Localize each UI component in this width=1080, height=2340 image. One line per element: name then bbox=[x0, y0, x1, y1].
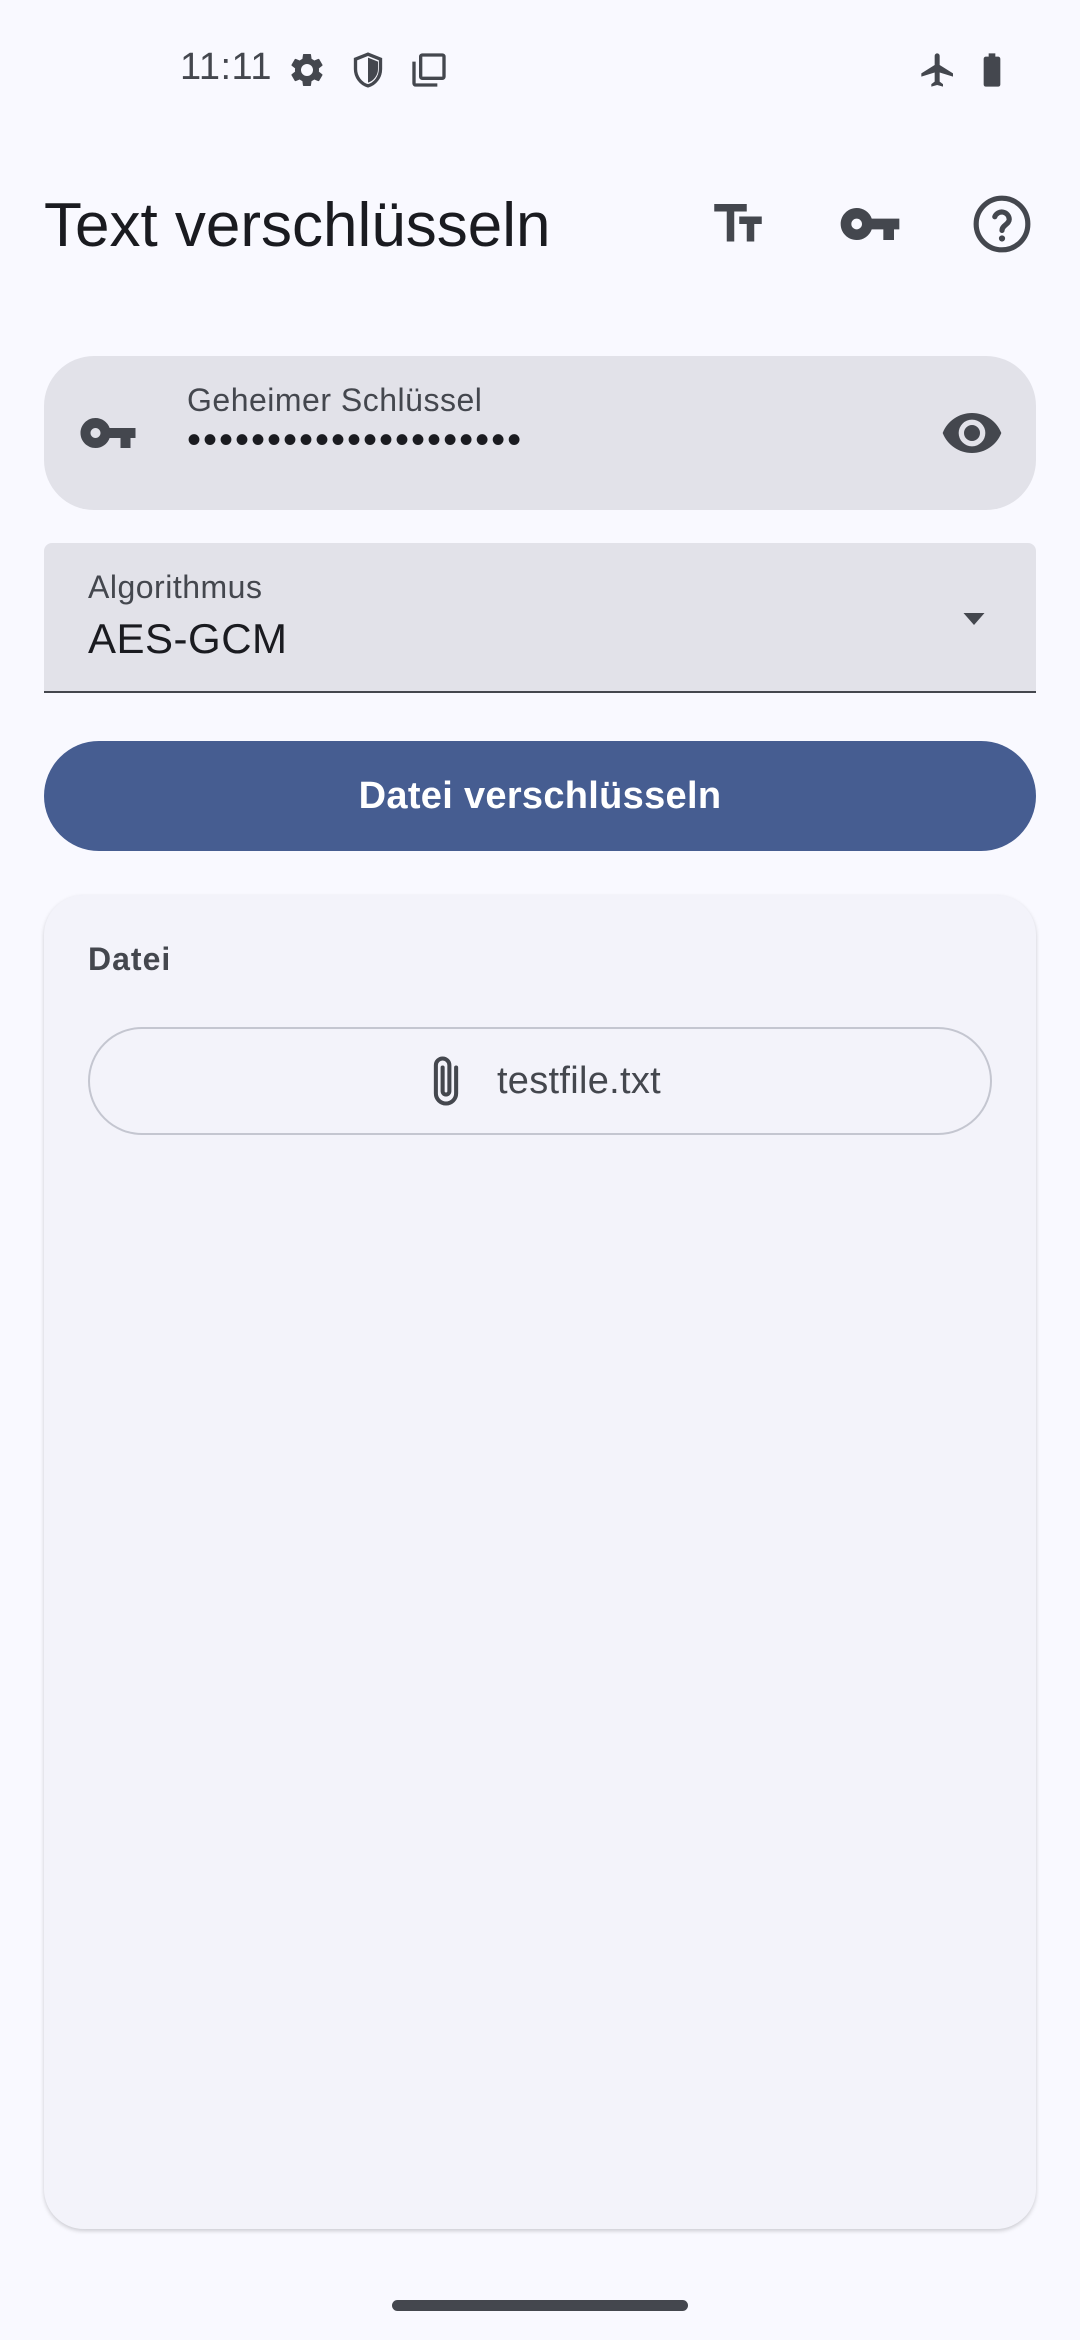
eye-icon[interactable] bbox=[940, 401, 1004, 465]
key-icon bbox=[78, 403, 138, 463]
status-time: 11:11 bbox=[180, 46, 272, 88]
text-size-icon bbox=[714, 204, 762, 242]
shield-icon bbox=[348, 50, 388, 90]
gear-icon bbox=[287, 50, 327, 90]
top-app-bar: Text verschlüsseln bbox=[0, 150, 1080, 300]
file-card: Datei testfile.txt bbox=[44, 895, 1036, 2229]
file-name: testfile.txt bbox=[496, 1059, 662, 1102]
algorithm-label: Algorithmus bbox=[88, 569, 263, 605]
file-card-label: Datei bbox=[88, 941, 172, 977]
secret-key-field[interactable]: Geheimer Schlüssel ••••••••••••••••••••• bbox=[44, 356, 1036, 510]
secret-key-label: Geheimer Schlüssel bbox=[187, 382, 483, 418]
encrypt-file-button[interactable]: Datei verschlüsseln bbox=[44, 741, 1036, 851]
help-button[interactable] bbox=[954, 176, 1050, 272]
screen: 11:11 Text verschlüsseln Geheimer Schlüs… bbox=[0, 0, 1080, 2340]
battery-icon bbox=[972, 50, 1012, 90]
airplane-icon bbox=[918, 50, 958, 90]
algorithm-dropdown[interactable]: Algorithmus AES-GCM bbox=[44, 543, 1036, 693]
key-management-button[interactable] bbox=[822, 176, 918, 272]
status-bar: 11:11 bbox=[0, 0, 1080, 140]
paperclip-icon bbox=[419, 1049, 473, 1113]
key-icon bbox=[840, 208, 900, 240]
gesture-nav-handle[interactable] bbox=[392, 2300, 688, 2311]
copy-icon bbox=[409, 50, 449, 90]
algorithm-value: AES-GCM bbox=[88, 615, 288, 662]
help-icon bbox=[973, 195, 1031, 253]
dropdown-arrow-icon[interactable] bbox=[956, 601, 992, 637]
select-file-button[interactable]: testfile.txt bbox=[88, 1027, 992, 1135]
secret-key-value[interactable]: ••••••••••••••••••••• bbox=[187, 418, 523, 463]
page-title: Text verschlüsseln bbox=[44, 191, 551, 260]
text-size-button[interactable] bbox=[690, 176, 786, 272]
